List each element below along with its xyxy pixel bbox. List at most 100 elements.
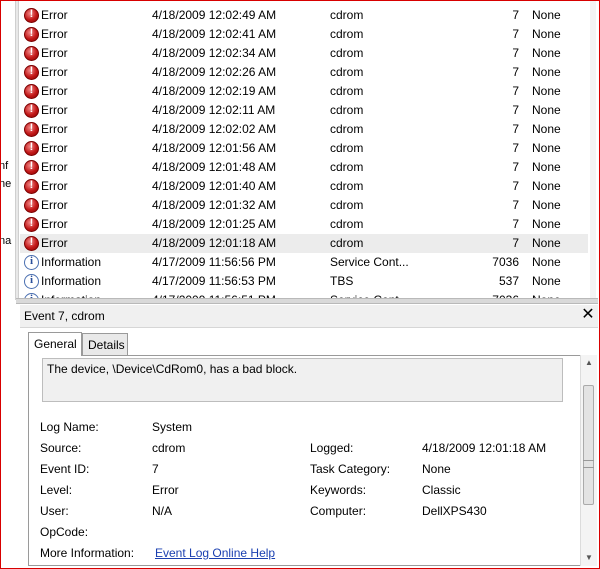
event-row[interactable]: Error 4/18/2009 12:02:19 AM cdrom 7 None bbox=[20, 82, 588, 101]
event-level: Error bbox=[41, 46, 68, 60]
truncated-nav-text: ne bbox=[1, 178, 12, 190]
event-task-category: None bbox=[532, 84, 561, 98]
preview-pane-splitter[interactable] bbox=[16, 298, 598, 304]
event-row[interactable]: Error 4/18/2009 12:02:34 AM cdrom 7 None bbox=[20, 44, 588, 63]
event-row[interactable]: Error 4/18/2009 12:02:02 AM cdrom 7 None bbox=[20, 120, 588, 139]
task-category-label: Task Category: bbox=[310, 462, 391, 476]
level-value: Error bbox=[152, 483, 179, 497]
event-row[interactable]: Information 4/17/2009 11:56:53 PM TBS 537 No… bbox=[20, 272, 588, 291]
error-icon bbox=[24, 236, 39, 251]
event-source: Service Cont... bbox=[330, 255, 409, 269]
event-date-time: 4/18/2009 12:01:48 AM bbox=[152, 160, 277, 174]
event-source: cdrom bbox=[330, 103, 364, 117]
event-task-category: None bbox=[532, 122, 561, 136]
event-id-value: 7 bbox=[152, 462, 159, 476]
user-label: User: bbox=[40, 504, 69, 518]
event-id: 7 bbox=[512, 122, 519, 136]
close-icon[interactable]: ✕ bbox=[580, 306, 596, 324]
event-source: cdrom bbox=[330, 236, 364, 250]
event-task-category: None bbox=[532, 217, 561, 231]
event-level: Error bbox=[41, 103, 68, 117]
error-icon bbox=[24, 217, 39, 232]
event-task-category: None bbox=[532, 198, 561, 212]
event-row[interactable]: Error 4/18/2009 12:01:48 AM cdrom 7 None bbox=[20, 158, 588, 177]
event-list: Error4/18/2009 12:02:49 AMcdrom7NoneErro… bbox=[20, 0, 596, 300]
event-level: Error bbox=[41, 217, 68, 231]
tab-details[interactable]: Details bbox=[82, 333, 128, 355]
detail-scrollbar[interactable]: ▲ ▼ bbox=[580, 355, 597, 566]
computer-value: DellXPS430 bbox=[422, 504, 487, 518]
computer-label: Computer: bbox=[310, 504, 367, 518]
event-row[interactable]: Information 4/17/2009 11:56:56 PM Service … bbox=[20, 253, 588, 272]
event-row[interactable]: Error 4/18/2009 12:01:25 AM cdrom 7 None bbox=[20, 215, 588, 234]
event-list-scrollbar[interactable] bbox=[590, 0, 596, 300]
task-category-value: None bbox=[422, 462, 451, 476]
event-source: cdrom bbox=[330, 198, 364, 212]
event-row[interactable]: Error 4/18/2009 12:01:18 AM cdrom 7 None bbox=[20, 234, 588, 253]
scroll-grip-icon bbox=[583, 460, 594, 468]
event-id: 537 bbox=[498, 274, 519, 288]
event-date-time: 4/18/2009 12:02:19 AM bbox=[152, 84, 277, 98]
event-level: Error bbox=[41, 141, 68, 155]
truncated-nav-text: nf bbox=[1, 160, 9, 172]
event-date-time: 4/18/2009 12:01:25 AM bbox=[152, 217, 277, 231]
event-log-online-help-link[interactable]: Event Log Online Help bbox=[155, 546, 275, 560]
error-icon bbox=[24, 122, 39, 137]
event-source: cdrom bbox=[330, 46, 364, 60]
event-date-time: 4/18/2009 12:02:41 AM bbox=[152, 27, 277, 41]
event-source: cdrom bbox=[330, 8, 364, 22]
logged-value: 4/18/2009 12:01:18 AM bbox=[422, 441, 547, 455]
event-description[interactable]: The device, \Device\CdRom0, has a bad bl… bbox=[42, 358, 563, 402]
event-row[interactable]: Error 4/18/2009 12:01:40 AM cdrom 7 None bbox=[20, 177, 588, 196]
event-task-category: None bbox=[532, 65, 561, 79]
event-row[interactable]: Error 4/18/2009 12:01:56 AM cdrom 7 None bbox=[20, 139, 588, 158]
event-date-time: 4/18/2009 12:02:49 AM bbox=[152, 8, 277, 22]
event-id: 7036 bbox=[492, 255, 519, 269]
keywords-value: Classic bbox=[422, 483, 461, 497]
scroll-down-arrow-icon[interactable]: ▼ bbox=[581, 550, 597, 566]
more-information-label: More Information: bbox=[40, 546, 135, 560]
event-row[interactable]: Error 4/18/2009 12:02:49 AM cdrom 7 None bbox=[20, 6, 588, 25]
event-id: 7 bbox=[512, 84, 519, 98]
user-value: N/A bbox=[152, 504, 173, 518]
event-detail-title: Event 7, cdrom bbox=[24, 309, 105, 323]
event-level: Error bbox=[41, 179, 68, 193]
event-task-category: None bbox=[532, 179, 561, 193]
event-source: cdrom bbox=[330, 27, 364, 41]
event-level: Error bbox=[41, 65, 68, 79]
error-icon bbox=[24, 103, 39, 118]
event-date-time: 4/18/2009 12:01:56 AM bbox=[152, 141, 277, 155]
error-icon bbox=[24, 46, 39, 61]
information-icon bbox=[24, 255, 39, 270]
event-id: 7 bbox=[512, 160, 519, 174]
event-id: 7 bbox=[512, 8, 519, 22]
error-icon bbox=[24, 198, 39, 213]
event-task-category: None bbox=[532, 8, 561, 22]
level-label: Level: bbox=[40, 483, 73, 497]
event-row[interactable]: Error 4/18/2009 12:02:11 AM cdrom 7 None bbox=[20, 101, 588, 120]
error-icon bbox=[24, 160, 39, 175]
event-row[interactable]: Error 4/18/2009 12:01:32 AM cdrom 7 None bbox=[20, 196, 588, 215]
log-name-value: System bbox=[152, 420, 193, 434]
tab-general[interactable]: General bbox=[28, 332, 82, 356]
source-label: Source: bbox=[40, 441, 82, 455]
error-icon bbox=[24, 179, 39, 194]
event-task-category: None bbox=[532, 236, 561, 250]
event-date-time: 4/18/2009 12:01:18 AM bbox=[152, 236, 277, 250]
source-value: cdrom bbox=[152, 441, 186, 455]
event-date-time: 4/17/2009 11:56:56 PM bbox=[152, 255, 276, 269]
event-level: Error bbox=[41, 236, 68, 250]
error-icon bbox=[24, 141, 39, 156]
event-source: cdrom bbox=[330, 179, 364, 193]
scroll-up-arrow-icon[interactable]: ▲ bbox=[581, 355, 597, 371]
event-source: cdrom bbox=[330, 84, 364, 98]
information-icon bbox=[24, 274, 39, 289]
pane-splitter[interactable] bbox=[15, 0, 19, 300]
log-name-label: Log Name: bbox=[40, 420, 99, 434]
event-row[interactable]: Error 4/18/2009 12:02:41 AM cdrom 7 None bbox=[20, 25, 588, 44]
event-id: 7 bbox=[512, 103, 519, 117]
event-source: cdrom bbox=[330, 160, 364, 174]
navigation-pane-edge: nf ne na bbox=[1, 0, 15, 300]
scroll-thumb[interactable] bbox=[583, 385, 594, 505]
event-row[interactable]: Error 4/18/2009 12:02:26 AM cdrom 7 None bbox=[20, 63, 588, 82]
